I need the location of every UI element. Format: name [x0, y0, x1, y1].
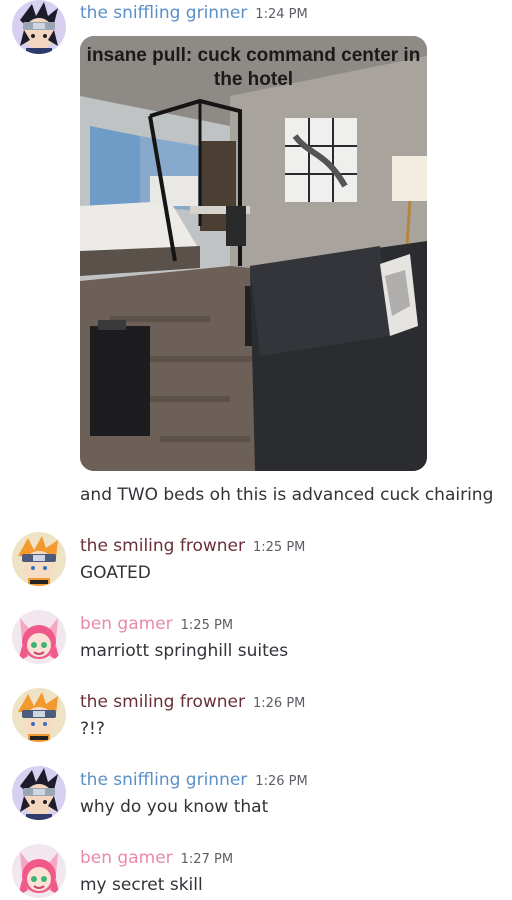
- message-text: GOATED: [80, 563, 151, 583]
- message-text: ?!?: [80, 719, 105, 739]
- timestamp: 1:26 PM: [253, 696, 306, 711]
- message-text: marriott springhill suites: [80, 641, 289, 661]
- message-header: the smiling frowner 1:25 PM: [80, 536, 305, 556]
- username[interactable]: the sniffling grinner: [80, 770, 247, 790]
- ninja-avatar-icon[interactable]: [12, 766, 66, 820]
- ninja-avatar-icon[interactable]: [12, 0, 66, 54]
- message-header: the smiling frowner 1:26 PM: [80, 692, 305, 712]
- username[interactable]: ben gamer: [80, 614, 173, 634]
- username[interactable]: the smiling frowner: [80, 536, 245, 556]
- message-header: the sniffling grinner 1:26 PM: [80, 770, 308, 790]
- timestamp: 1:25 PM: [180, 618, 234, 633]
- image-caption: insane pull: cuck command center in the …: [86, 45, 421, 90]
- pink-hair-avatar-icon[interactable]: [12, 610, 66, 664]
- timestamp: 1:26 PM: [255, 774, 308, 789]
- username[interactable]: ben gamer: [80, 848, 173, 868]
- message-header: ben gamer 1:27 PM: [80, 848, 233, 868]
- orange-ninja-avatar-icon[interactable]: [12, 532, 66, 586]
- message-header: the sniffling grinner 1:24 PM: [80, 3, 308, 23]
- message-text: why do you know that: [80, 797, 269, 817]
- message-text: and TWO beds oh this is advanced cuck ch…: [80, 485, 494, 505]
- username[interactable]: the sniffling grinner: [80, 3, 247, 23]
- timestamp: 1:24 PM: [255, 7, 308, 22]
- username[interactable]: the smiling frowner: [80, 692, 245, 712]
- timestamp: 1:25 PM: [253, 540, 306, 555]
- pink-hair-avatar-icon[interactable]: [12, 844, 66, 898]
- timestamp: 1:27 PM: [180, 852, 234, 867]
- image-attachment[interactable]: insane pull: cuck command center in the …: [80, 36, 427, 471]
- orange-ninja-avatar-icon[interactable]: [12, 688, 66, 742]
- message-header: ben gamer 1:25 PM: [80, 614, 233, 634]
- message-text: my secret skill: [80, 875, 203, 895]
